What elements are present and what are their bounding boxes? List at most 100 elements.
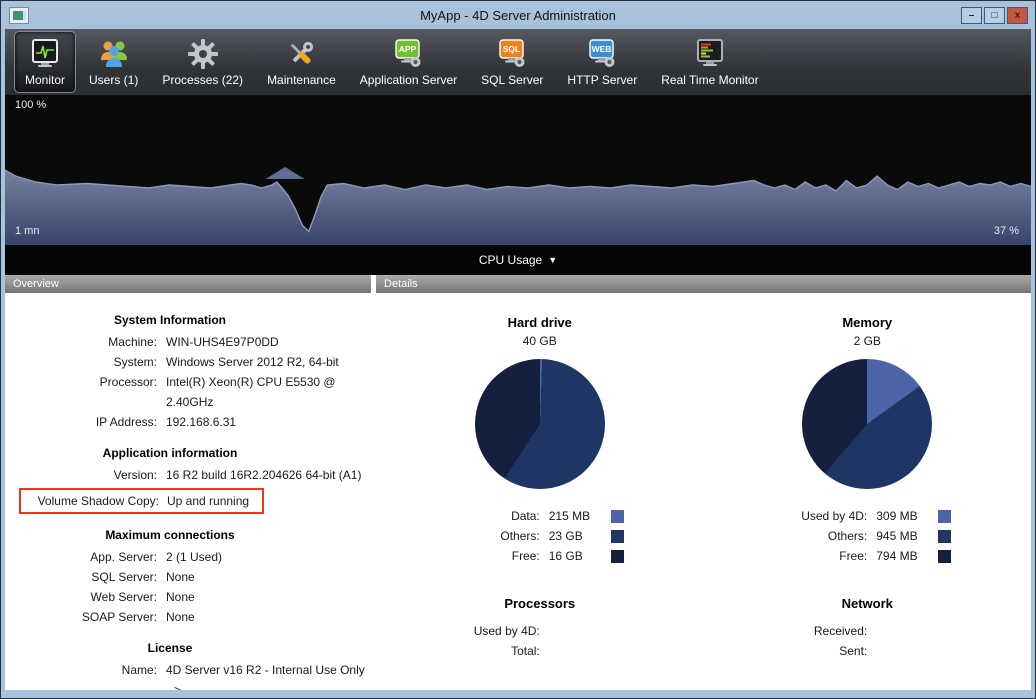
- toolbar-item-label: Monitor: [25, 73, 65, 87]
- hard-drive-title: Hard drive: [376, 315, 704, 330]
- toolbar-item-processes-22[interactable]: Processes (22): [151, 31, 254, 93]
- processes-gear-icon: [186, 37, 220, 71]
- toolbar-item-application-server[interactable]: APP Application Server: [349, 31, 468, 93]
- section-title: Processors: [376, 596, 704, 611]
- info-label: System:: [5, 352, 166, 372]
- memory-legend: Used by 4D:309 MBOthers:945 MBFree:794 M…: [704, 506, 1032, 566]
- overview-content: System InformationMachine:WIN-UHS4E97P0D…: [5, 293, 371, 690]
- memory-capacity: 2 GB: [704, 334, 1032, 348]
- toolbar-item-real-time-monitor[interactable]: Real Time Monitor: [650, 31, 769, 93]
- details-panel-header: Details: [376, 275, 1031, 293]
- info-value: 4D Server v16 R2 - Internal Use Only -->…: [166, 660, 371, 690]
- toolbar-item-label: Real Time Monitor: [661, 73, 758, 87]
- info-value: None: [166, 587, 195, 607]
- info-row: SOAP Server:None: [5, 607, 371, 627]
- close-button[interactable]: x: [1007, 7, 1028, 24]
- section-title: Maximum connections: [5, 528, 335, 542]
- overview-section: LicenseName:4D Server v16 R2 - Internal …: [5, 641, 371, 690]
- info-label: Machine:: [5, 332, 166, 352]
- graph-source-bar: CPU Usage ▼: [5, 245, 1031, 275]
- toolbar-item-users-1[interactable]: Users (1): [78, 31, 149, 93]
- window-title: MyApp - 4D Server Administration: [2, 8, 1034, 23]
- users-icon: [97, 37, 131, 71]
- info-value: Intel(R) Xeon(R) CPU E5530 @ 2.40GHz: [166, 372, 371, 412]
- window-content: Monitor Users (1) Processes (22) Maintenanc…: [5, 29, 1031, 690]
- info-row: Total:: [376, 641, 704, 661]
- hard-drive-gauge: Hard drive40 GBData:215 MBOthers:23 GBFr…: [376, 299, 704, 690]
- info-label: Sent:: [704, 641, 877, 661]
- legend-color-swatch: [611, 510, 624, 523]
- info-row: Used by 4D:: [376, 621, 704, 641]
- info-value: Windows Server 2012 R2, 64-bit: [166, 352, 339, 372]
- minimize-button[interactable]: –: [961, 7, 982, 24]
- graph-current-value-label: 37 %: [994, 225, 1019, 237]
- info-label: IP Address:: [5, 412, 166, 432]
- overview-panel-header: Overview: [5, 275, 371, 293]
- chevron-down-icon: ▼: [548, 255, 557, 265]
- hard-drive-pie-chart: [475, 359, 605, 489]
- legend-color-swatch: [611, 530, 624, 543]
- legend-row: Others:23 GB: [376, 526, 704, 546]
- info-label: Received:: [704, 621, 877, 641]
- toolbar-item-label: Application Server: [360, 73, 457, 87]
- legend-row: Data:215 MB: [376, 506, 704, 526]
- info-value: None: [166, 607, 195, 627]
- details-panel: Details Hard drive40 GBData:215 MBOthers…: [376, 275, 1031, 690]
- graph-source-dropdown[interactable]: CPU Usage ▼: [473, 252, 563, 268]
- section-title: Network: [704, 596, 1032, 611]
- info-label: SOAP Server:: [5, 607, 166, 627]
- legend-label: Others:: [704, 526, 877, 546]
- legend-color-swatch: [611, 550, 624, 563]
- info-row: Machine:WIN-UHS4E97P0DD: [5, 332, 371, 352]
- legend-label: Others:: [376, 526, 549, 546]
- toolbar: Monitor Users (1) Processes (22) Maintenanc…: [5, 29, 1031, 95]
- memory-pie-chart: [802, 359, 932, 489]
- graph-time-label: 1 mn: [15, 225, 39, 237]
- info-label: App. Server:: [5, 547, 166, 567]
- maximize-button[interactable]: □: [984, 7, 1005, 24]
- toolbar-item-monitor[interactable]: Monitor: [14, 31, 76, 93]
- toolbar-item-sql-server[interactable]: SQL SQL Server: [470, 31, 554, 93]
- toolbar-item-label: Users (1): [89, 73, 138, 87]
- info-label: Name:: [5, 660, 166, 690]
- legend-row: Others:945 MB: [704, 526, 1032, 546]
- memory-title: Memory: [704, 315, 1032, 330]
- hard-drive-sub-rows: Used by 4D:Total:: [376, 621, 704, 661]
- toolbar-item-label: Processes (22): [162, 73, 243, 87]
- info-label: Version:: [5, 465, 166, 485]
- graph-source-label: CPU Usage: [479, 253, 542, 267]
- memory-gauge: Memory 2 GB Used by 4D:309 MBOthers:945 MB…: [704, 299, 1032, 690]
- info-row: Web Server:None: [5, 587, 371, 607]
- toolbar-item-label: SQL Server: [481, 73, 543, 87]
- info-row: Version:16 R2 build 16R2.204626 64-bit (…: [5, 465, 371, 485]
- legend-value: 16 GB: [549, 546, 611, 566]
- memory-sub-rows: Received:Sent:: [704, 621, 1032, 661]
- info-label: Used by 4D:: [376, 621, 549, 641]
- app-window: MyApp - 4D Server Administration –□x Mon…: [0, 0, 1036, 699]
- graph-max-label: 100 %: [15, 99, 46, 111]
- legend-row: Free:16 GB: [376, 546, 704, 566]
- info-row: System:Windows Server 2012 R2, 64-bit: [5, 352, 371, 372]
- svg-text:APP: APP: [399, 44, 417, 54]
- legend-color-swatch: [938, 510, 951, 523]
- legend-color-swatch: [938, 530, 951, 543]
- sql-server-icon: SQL: [495, 37, 529, 71]
- svg-text:WEB: WEB: [592, 44, 612, 54]
- info-row: App. Server:2 (1 Used): [5, 547, 371, 567]
- overview-section: System InformationMachine:WIN-UHS4E97P0D…: [5, 313, 371, 432]
- realtime-monitor-icon: [693, 37, 727, 71]
- overview-section: Maximum connections App. Server:2 (1 Used…: [5, 528, 371, 627]
- info-value: 16 R2 build 16R2.204626 64-bit (A1): [166, 465, 361, 485]
- window-controls: –□x: [961, 7, 1028, 24]
- legend-label: Data:: [376, 506, 549, 526]
- toolbar-item-http-server[interactable]: WEBHTTP Server: [556, 31, 648, 93]
- info-value: 2 (1 Used): [166, 547, 222, 567]
- panels: Overview System InformationMachine:WIN-U…: [5, 275, 1031, 690]
- svg-text:SQL: SQL: [503, 44, 520, 54]
- monitor-icon: [28, 37, 62, 71]
- info-label: Web Server:: [5, 587, 166, 607]
- toolbar-item-maintenance[interactable]: Maintenance: [256, 31, 347, 93]
- toolbar-item-label: Maintenance: [267, 73, 336, 87]
- info-value: Up and running: [167, 491, 249, 511]
- legend-value: 215 MB: [549, 506, 611, 526]
